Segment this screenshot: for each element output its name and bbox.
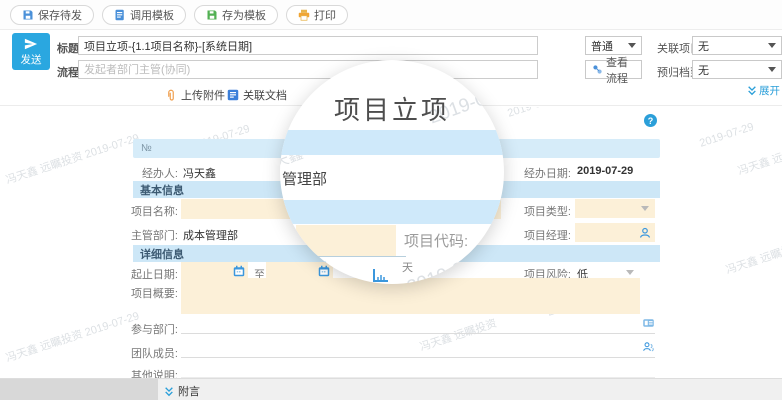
team-members-input[interactable] — [181, 341, 655, 358]
project-type-label: 项目类型: — [521, 203, 571, 219]
other-notes-label: 其他说明: — [130, 367, 178, 378]
prearchive-value: 无 — [698, 62, 709, 78]
summary-label: 项目概要: — [130, 285, 178, 301]
magnified-dept-text: 管理部 — [282, 168, 327, 189]
team-members-label: 团队成员: — [130, 345, 178, 361]
send-label: 发送 — [21, 52, 42, 67]
charge-dept-label: 主管部门: — [130, 227, 178, 243]
project-name-label: 项目名称: — [130, 203, 178, 219]
prearchive-select[interactable]: 无 — [692, 60, 782, 79]
magnified-days-text: 天 — [402, 259, 413, 275]
paperclip-icon — [165, 89, 177, 102]
date-range-label: 起止日期: — [130, 266, 178, 282]
charge-dept-value: 成本管理部 — [183, 227, 238, 243]
floppy-green-icon — [206, 9, 218, 21]
project-manager-label: 项目经理: — [521, 227, 571, 243]
print-button[interactable]: 打印 — [286, 5, 348, 25]
view-flow-button[interactable]: 查看流程 — [585, 60, 642, 79]
upload-attachment-link[interactable]: 上传附件 — [165, 87, 225, 103]
section-basic-label: 基本信息 — [140, 182, 184, 198]
participating-depts-label: 参与部门: — [130, 321, 178, 337]
handler-value: 冯天鑫 — [183, 165, 216, 181]
use-template-button[interactable]: 调用模板 — [102, 5, 186, 25]
expand-link[interactable]: 展开 — [747, 83, 780, 98]
title-input[interactable] — [78, 36, 538, 55]
magnified-code-label: 项目代码: — [404, 230, 468, 251]
postscript-toggle[interactable]: 附言 — [164, 383, 200, 399]
handler-label: 经办人: — [130, 165, 178, 181]
template-doc-icon — [114, 9, 126, 21]
flow-icon — [592, 64, 603, 75]
save-draft-label: 保存待发 — [38, 7, 82, 23]
participating-depts-input[interactable] — [181, 317, 655, 334]
priority-value: 普通 — [591, 38, 613, 54]
calendar-icon — [314, 259, 327, 272]
paper-plane-icon — [23, 37, 39, 51]
print-label: 打印 — [314, 7, 336, 23]
handle-date-value: 2019-07-29 — [577, 165, 633, 177]
toolbar: 保存待发 调用模板 存为模板 打印 — [0, 0, 782, 30]
help-icon[interactable]: ? — [644, 114, 657, 127]
expand-label: 展开 — [759, 83, 780, 98]
handle-date-label: 经办日期: — [521, 165, 571, 181]
save-template-button[interactable]: 存为模板 — [194, 5, 278, 25]
chevron-down-icon — [628, 43, 636, 48]
magnified-form-title: 项目立项 — [280, 90, 504, 127]
people-icon[interactable] — [642, 341, 655, 353]
save-draft-button[interactable]: 保存待发 — [10, 5, 94, 25]
ruler-icon — [372, 268, 390, 283]
watermark: 2019-07-29 — [698, 121, 755, 150]
person-icon — [490, 220, 504, 234]
watermark: 2019-07-29 — [506, 107, 563, 120]
watermark: 冯天鑫 远瞩投资 2019-07-29 — [4, 129, 142, 187]
magnified-section-bar — [280, 200, 504, 224]
link-document-link[interactable]: 关联文档 — [227, 87, 287, 103]
magnified-field — [296, 225, 396, 256]
chevron-down-icon — [641, 206, 649, 211]
org-card-icon[interactable] — [642, 317, 655, 329]
calendar-icon[interactable] — [233, 265, 245, 277]
form-number-label: № — [141, 143, 152, 154]
priority-select[interactable]: 普通 — [585, 36, 642, 55]
double-chevron-down-icon — [164, 386, 174, 397]
other-notes-input[interactable] — [181, 363, 655, 378]
magnifier-circle: 2019-07-2 天鑫 项目立项 管理部 项目代码: 天 2019-07 — [280, 60, 504, 284]
magnified-field-underline — [284, 256, 406, 257]
watermark: 冯天鑫 远瞩投资 2019-07-29 — [4, 307, 142, 365]
project-manager-input[interactable] — [575, 223, 655, 242]
document-icon — [227, 89, 239, 101]
floppy-icon — [22, 9, 34, 21]
magnified-number-bar — [280, 130, 504, 155]
send-button[interactable]: 发送 — [12, 33, 50, 70]
double-chevron-down-icon — [747, 85, 757, 96]
printer-icon — [298, 9, 310, 21]
watermark: 冯天鑫 远瞩投资 — [736, 139, 782, 179]
person-icon[interactable] — [639, 227, 651, 239]
upload-attachment-label: 上传附件 — [181, 87, 225, 103]
chevron-down-icon — [626, 270, 634, 275]
use-template-label: 调用模板 — [130, 7, 174, 23]
chevron-down-icon — [768, 67, 776, 72]
project-type-select[interactable] — [575, 199, 655, 218]
watermark: 冯天鑫 远瞩投资 — [724, 238, 782, 278]
save-template-label: 存为模板 — [222, 7, 266, 23]
related-project-select[interactable]: 无 — [692, 36, 782, 55]
postscript-label: 附言 — [178, 383, 200, 399]
related-project-value: 无 — [698, 38, 709, 54]
footer-bar: 附言 — [0, 378, 782, 400]
footer-left-block — [0, 379, 158, 400]
view-flow-label: 查看流程 — [606, 54, 635, 86]
section-detail-label: 详细信息 — [140, 246, 184, 262]
flow-input[interactable] — [78, 60, 538, 79]
chevron-down-icon — [768, 43, 776, 48]
summary-textarea[interactable] — [181, 278, 640, 314]
